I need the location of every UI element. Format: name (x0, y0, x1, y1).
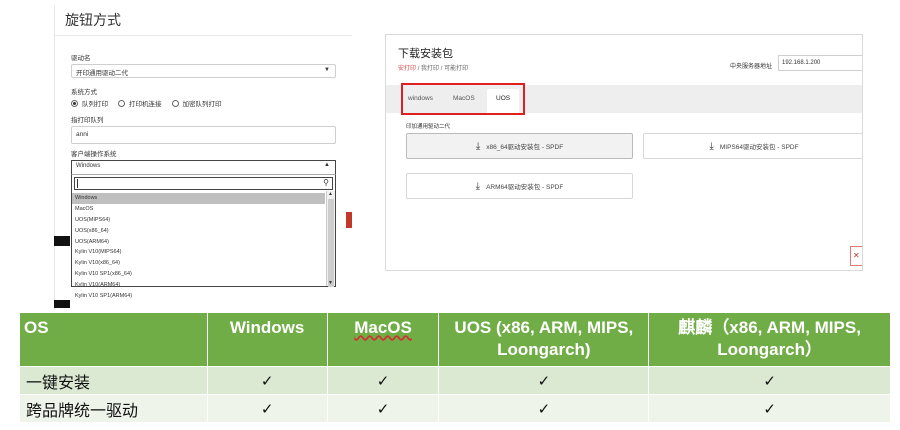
radio-printer-label: 打印机连接 (129, 101, 162, 108)
close-icon: ✕ (853, 251, 860, 260)
check-cell: ✓ (438, 366, 650, 395)
background-edge (54, 300, 70, 308)
text-cursor (77, 179, 78, 188)
printer-dialog: 旋钮方式 驱动名 开印通用驱动二代 ▼ 系统方式 队列打印 打印机连接 加密队列… (54, 6, 352, 310)
download-arm-label: ARM64驱动安装包 - SPDF (486, 184, 564, 191)
close-button[interactable]: ✕ (850, 246, 862, 266)
row-label: 跨品牌统一驱动 (19, 394, 208, 423)
os-option[interactable]: UOS(ARM64) (72, 237, 325, 248)
radio-queue-label: 队列打印 (82, 101, 108, 108)
check-cell: ✓ (326, 366, 440, 395)
os-search-input[interactable]: ⚲ (74, 177, 333, 190)
header-kylin: 麒麟（x86, ARM, MIPS, Loongarch） (648, 312, 891, 367)
row-label: 一键安装 (19, 366, 208, 395)
driver-select[interactable]: 开印通用驱动二代 ▼ (71, 64, 336, 78)
check-cell: ✓ (326, 394, 440, 423)
os-option[interactable]: Kylin V10 SP1(ARM64) (72, 291, 325, 302)
method-label: 系统方式 (71, 89, 97, 96)
radio-printer[interactable] (118, 99, 125, 107)
header-uos: UOS (x86, ARM, MIPS, Loongarch) (438, 312, 650, 367)
scroll-up-icon[interactable]: ▲ (328, 191, 333, 197)
page-title: 下载安装包 (398, 48, 453, 60)
check-cell: ✓ (648, 394, 891, 423)
os-select[interactable]: Windows ▲ (71, 160, 336, 174)
server-address-label: 中央服务器地址 (730, 64, 773, 70)
os-option[interactable]: Kylin V10(x86_64) (72, 258, 325, 269)
highlight-box (401, 83, 525, 115)
os-option[interactable]: Kylin V10(MIPS64) (72, 247, 325, 258)
os-option[interactable]: Windows (72, 193, 325, 204)
download-mips-label: MIPS64驱动安装包 - SPDF (719, 144, 799, 151)
os-option[interactable]: UOS(x86_64) (72, 226, 325, 237)
os-dropdown: ⚲ Windows MacOS UOS(MIPS64) UOS(x86_64) … (71, 174, 336, 299)
os-option[interactable]: UOS(MIPS64) (72, 215, 325, 226)
table-row: 跨品牌统一驱动 ✓ ✓ ✓ ✓ (19, 394, 891, 423)
driver-value: 开印通用驱动二代 (76, 70, 128, 77)
breadcrumb-item[interactable]: 可能打印 (444, 66, 468, 72)
background-button-edge (346, 212, 352, 228)
breadcrumb-item[interactable]: 安打印 (398, 66, 416, 72)
breadcrumb: 安打印 / 我打印 / 可能打印 (398, 63, 468, 72)
breadcrumb-item[interactable]: 我打印 (421, 66, 439, 72)
chevron-down-icon: ▼ (324, 67, 330, 73)
client-os-label: 客户端操作系统 (71, 151, 117, 158)
download-icon: ⤓ (709, 140, 714, 152)
download-mips-button[interactable]: ⤓ MIPS64驱动安装包 - SPDF (643, 133, 862, 159)
radio-queue[interactable] (71, 99, 78, 107)
download-panel: 下载安装包 安打印 / 我打印 / 可能打印 中央服务器地址 192.168.1… (385, 34, 863, 271)
header-macos: MacOS (326, 312, 440, 367)
download-x86-label: x86_64驱动安装包 - SPDF (486, 144, 564, 151)
download-arm-button[interactable]: ⤓ ARM64驱动安装包 - SPDF (406, 173, 633, 199)
header-os: OS (19, 312, 208, 367)
table-header-row: OS Windows MacOS UOS (x86, ARM, MIPS, Lo… (19, 312, 891, 367)
search-icon: ⚲ (323, 178, 329, 187)
os-select-value: Windows (76, 163, 101, 169)
scroll-down-icon[interactable]: ▼ (328, 280, 333, 286)
check-cell: ✓ (206, 394, 328, 423)
section-label: 印加通用驱动二代 (406, 124, 451, 130)
dropdown-scrollbar[interactable]: ▲ ▼ (326, 191, 335, 287)
download-x86-button[interactable]: ⤓ x86_64驱动安装包 - SPDF (406, 133, 633, 159)
radio-encrypted[interactable] (171, 99, 179, 107)
check-cell: ✓ (648, 366, 891, 395)
os-option[interactable]: MacOS (72, 204, 325, 215)
os-option[interactable]: Kylin V10(ARM64) (72, 280, 325, 291)
os-support-table: OS Windows MacOS UOS (x86, ARM, MIPS, Lo… (19, 312, 891, 423)
dialog-title: 旋钮方式 (55, 6, 352, 36)
table-row: 一键安装 ✓ ✓ ✓ ✓ (19, 366, 891, 395)
queue-label: 指打印队列 (71, 117, 104, 124)
os-options-list: Windows MacOS UOS(MIPS64) UOS(x86_64) UO… (72, 193, 325, 302)
chevron-up-icon: ▲ (324, 162, 330, 168)
radio-encrypted-label: 加密队列打印 (182, 101, 222, 108)
os-option[interactable]: Kylin V10 SP1(x86_64) (72, 269, 325, 280)
header-windows: Windows (206, 312, 328, 367)
background-edge (54, 236, 70, 246)
method-radio-group: 队列打印 打印机连接 加密队列打印 (71, 98, 336, 108)
download-icon: ⤓ (475, 180, 481, 192)
server-address-input[interactable]: 192.168.1.200 (778, 55, 862, 71)
header-macos-label: MacOS (354, 318, 412, 337)
check-cell: ✓ (438, 394, 650, 423)
download-icon: ⤓ (475, 140, 481, 152)
queue-input[interactable]: anni (71, 126, 336, 144)
driver-label: 驱动名 (71, 55, 91, 62)
scrollbar-thumb[interactable] (328, 199, 334, 287)
check-cell: ✓ (206, 366, 328, 395)
